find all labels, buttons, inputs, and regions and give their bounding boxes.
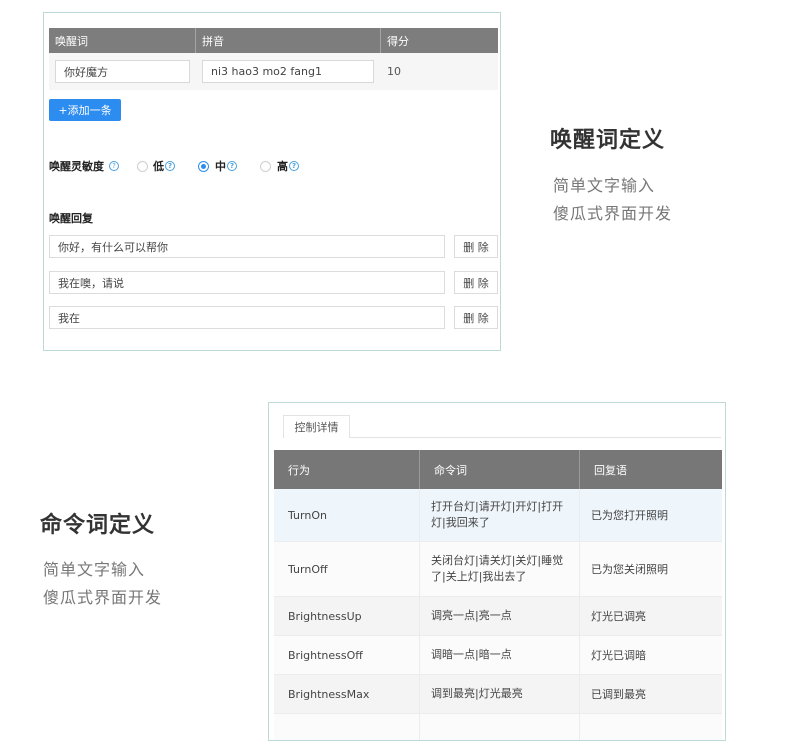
tab-bar: 控制详情 [283,415,721,438]
table-row: 你好魔方 ni3 hao3 mo2 fang1 10 [49,53,498,90]
help-icon[interactable]: ? [165,161,175,171]
column-header-wake-word: 唤醒词 [49,28,196,53]
table-row[interactable]: BrightnessUp 调亮一点|亮一点 灯光已调亮 [274,597,722,636]
command-cell: 调亮一点|亮一点 [420,597,580,635]
help-icon[interactable]: ? [289,161,299,171]
command-cell: 调到最亮|灯光最亮 [420,675,580,713]
sensitivity-radio-high[interactable] [260,160,271,172]
sensitivity-option-medium[interactable]: 中 ? [215,158,237,174]
command-cell: 关闭台灯|请关灯|关灯|睡觉了|关上灯|我出去了 [420,542,580,596]
table-row-partial [274,714,722,740]
sensitivity-radio-low[interactable] [137,160,148,172]
reply-input[interactable]: 你好，有什么可以帮你 [49,235,445,258]
delete-button[interactable]: 删 除 [454,306,498,329]
sensitivity-option-high[interactable]: 高 ? [277,158,299,174]
add-row-button[interactable]: +添加一条 [49,99,121,121]
caption-line: 简单文字输入 [43,560,146,579]
tab-control-details[interactable]: 控制详情 [283,415,350,438]
pinyin-field[interactable]: ni3 hao3 mo2 fang1 [202,60,374,83]
caption-subtitle: 简单文字输入 傻瓜式界面开发 [553,172,672,228]
wake-word-field[interactable]: 你好魔方 [55,60,190,83]
table-row[interactable]: BrightnessOff 调暗一点|暗一点 灯光已调暗 [274,636,722,675]
table-row[interactable]: BrightnessMax 调到最亮|灯光最亮 已调到最亮 [274,675,722,714]
command-cell: 打开台灯|请开灯|开灯|打开灯|我回来了 [420,489,580,541]
wake-word-table: 唤醒词 拼音 得分 你好魔方 ni3 hao3 mo2 fang1 10 [49,28,498,90]
delete-button[interactable]: 删 除 [454,235,498,258]
table-header: 行为 命令词 回复语 [274,450,722,489]
caption-line: 简单文字输入 [553,176,656,195]
action-cell: TurnOff [274,542,420,596]
reply-section-title: 唤醒回复 [49,212,93,225]
sensitivity-option-low[interactable]: 低 ? [153,158,175,174]
option-label: 低 [153,160,164,173]
reply-row: 我在噢，请说 删 除 [49,271,498,294]
caption-title-command: 命令词定义 [40,513,156,538]
score-value: 10 [387,65,401,78]
command-table: 行为 命令词 回复语 TurnOn 打开台灯|请开灯|开灯|打开灯|我回来了 已… [274,450,722,740]
table-row[interactable]: TurnOff 关闭台灯|请关灯|关灯|睡觉了|关上灯|我出去了 已为您关闭照明 [274,542,722,597]
column-header-score: 得分 [387,34,409,48]
table-header: 唤醒词 拼音 得分 [49,28,498,53]
caption-title-wake-word: 唤醒词定义 [550,128,666,153]
column-header-pinyin: 拼音 [196,28,381,53]
reply-row: 我在 删 除 [49,306,498,329]
delete-button[interactable]: 删 除 [454,271,498,294]
command-panel: 控制详情 行为 命令词 回复语 TurnOn 打开台灯|请开灯|开灯|打开灯|我… [268,402,726,741]
action-cell: TurnOn [274,489,420,541]
action-cell: BrightnessMax [274,675,420,713]
action-cell: BrightnessUp [274,597,420,635]
help-icon[interactable]: ? [109,161,119,171]
option-label: 高 [277,160,288,173]
caption-line: 傻瓜式界面开发 [43,588,163,607]
sensitivity-group: 唤醒灵敏度 ? 低 ? 中 ? 高 ? [49,158,299,174]
caption-subtitle: 简单文字输入 傻瓜式界面开发 [43,556,162,612]
wake-word-panel: 唤醒词 拼音 得分 你好魔方 ni3 hao3 mo2 fang1 10 +添加… [43,12,501,351]
command-cell: 调暗一点|暗一点 [420,636,580,674]
action-cell: BrightnessOff [274,636,420,674]
reply-input[interactable]: 我在噢，请说 [49,271,445,294]
sensitivity-radio-medium[interactable] [198,160,209,172]
reply-row: 你好，有什么可以帮你 删 除 [49,235,498,258]
reply-cell: 灯光已调亮 [591,610,646,623]
option-label: 中 [215,160,226,173]
reply-cell: 灯光已调暗 [591,649,646,662]
reply-cell: 已为您关闭照明 [591,563,668,576]
sensitivity-label: 唤醒灵敏度 [49,160,104,173]
column-header-reply: 回复语 [594,463,627,477]
column-header-command: 命令词 [420,450,580,489]
caption-line: 傻瓜式界面开发 [553,204,673,223]
column-header-action: 行为 [274,450,420,489]
reply-input[interactable]: 我在 [49,306,445,329]
table-row[interactable]: TurnOn 打开台灯|请开灯|开灯|打开灯|我回来了 已为您打开照明 [274,489,722,542]
reply-cell: 已为您打开照明 [591,509,668,522]
help-icon[interactable]: ? [227,161,237,171]
reply-cell: 已调到最亮 [591,688,646,701]
